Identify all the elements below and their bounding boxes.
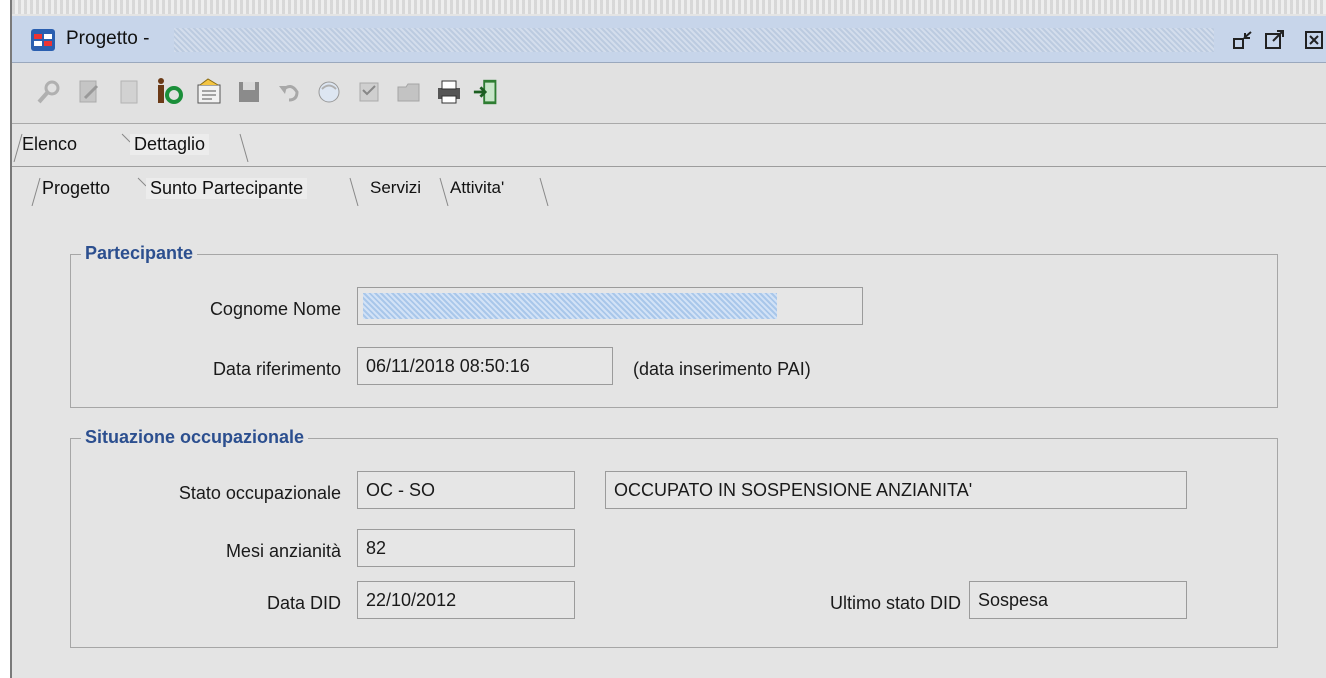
masked-name-value (363, 293, 777, 319)
sub-tab-bar: Progetto Sunto Partecipante Servizi Atti… (12, 168, 1326, 210)
undo-icon[interactable] (274, 77, 304, 107)
tab-dettaglio[interactable]: Dettaglio (130, 134, 210, 155)
cognome-nome-label: Cognome Nome (209, 299, 341, 319)
print-icon[interactable] (434, 77, 464, 107)
stato-occupazionale-code-field[interactable]: OC - SO (357, 471, 575, 509)
window-title: Progetto - (66, 28, 150, 49)
data-riferimento-note: (data inserimento PAI) (633, 359, 811, 379)
main-tab-bar: Elenco Dettaglio (12, 124, 1326, 167)
cognome-nome-field[interactable] (357, 287, 863, 325)
tab-attivita[interactable]: Attivita' (446, 178, 508, 198)
data-riferimento-label: Data riferimento (212, 359, 341, 379)
app-icon (31, 29, 55, 51)
info-icon[interactable] (154, 77, 184, 107)
save-icon[interactable] (234, 77, 264, 107)
properties-icon[interactable] (194, 77, 224, 107)
application-window: Progetto - Elenco Dettaglio Progetto Sun… (10, 0, 1326, 678)
globe-icon[interactable] (314, 77, 344, 107)
partecipante-group: Partecipante Cognome Nome Data riferimen… (70, 243, 1278, 408)
stato-occupazionale-label: Stato occupazionale (178, 483, 341, 503)
masked-title-text (174, 28, 1214, 52)
tab-progetto[interactable]: Progetto (38, 178, 114, 199)
toolbar (12, 63, 1326, 124)
background-window-strip (12, 0, 1326, 14)
tab-edge (349, 177, 359, 206)
tab-edge (539, 177, 549, 206)
minimize-icon[interactable] (1232, 30, 1254, 50)
situazione-title: Situazione occupazionale (81, 427, 309, 448)
mesi-anzianita-label: Mesi anzianità (225, 541, 341, 561)
tab-edge (239, 133, 249, 162)
stato-occupazionale-desc-field[interactable]: OCCUPATO IN SOSPENSIONE ANZIANITA' (605, 471, 1187, 509)
tab-elenco[interactable]: Elenco (18, 134, 81, 155)
data-riferimento-field[interactable]: 06/11/2018 08:50:16 (357, 347, 613, 385)
data-did-label: Data DID (266, 593, 341, 613)
edit-icon[interactable] (74, 77, 104, 107)
new-document-icon[interactable] (114, 77, 144, 107)
title-bar: Progetto - (12, 16, 1326, 63)
mesi-anzianita-field[interactable]: 82 (357, 529, 575, 567)
search-icon[interactable] (34, 77, 64, 107)
checklist-icon[interactable] (354, 77, 384, 107)
tab-sunto-partecipante[interactable]: Sunto Partecipante (146, 178, 308, 199)
maximize-icon[interactable] (1264, 30, 1286, 50)
data-did-field[interactable]: 22/10/2012 (357, 581, 575, 619)
ultimo-stato-did-label: Ultimo stato DID (829, 593, 961, 613)
exit-icon[interactable] (472, 77, 502, 107)
tab-servizi[interactable]: Servizi (366, 178, 425, 198)
folder-icon[interactable] (394, 77, 424, 107)
partecipante-title: Partecipante (81, 243, 198, 264)
ultimo-stato-did-field[interactable]: Sospesa (969, 581, 1187, 619)
close-icon[interactable] (1304, 30, 1326, 50)
situazione-occupazionale-group: Situazione occupazionale Stato occupazio… (70, 427, 1278, 648)
